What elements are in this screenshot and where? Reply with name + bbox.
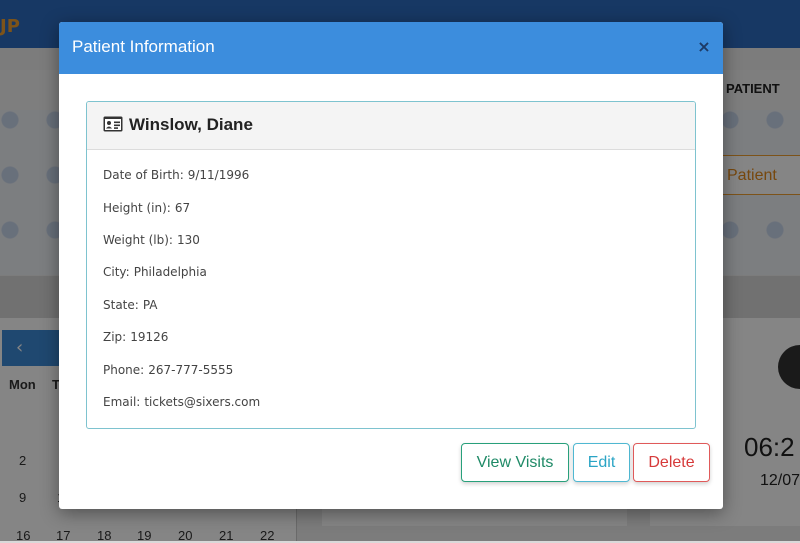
field-value: 67 [174, 201, 191, 215]
id-card-icon [103, 116, 123, 132]
field-value: 267-777-5555 [148, 363, 234, 377]
field-label: Height (in): [103, 201, 171, 215]
field-value: Philadelphia [133, 265, 207, 279]
field-value: 130 [176, 233, 200, 247]
patient-card-header: Winslow, Diane [87, 102, 695, 150]
field-label: Email: [103, 395, 141, 409]
patient-info-modal: Patient Information × Winslow, Diane Dat… [59, 22, 723, 509]
field-value: PA [142, 298, 158, 312]
field-value: 19126 [130, 330, 169, 344]
delete-button[interactable]: Delete [633, 443, 710, 482]
field-phone: Phone: 267-777-5555 [103, 363, 233, 377]
field-date-of-birth: Date of Birth: 9/11/1996 [103, 168, 249, 182]
modal-header: Patient Information × [59, 22, 723, 74]
edit-button[interactable]: Edit [573, 443, 630, 482]
field-height: Height (in): 67 [103, 201, 190, 215]
field-value: tickets@sixers.com [144, 395, 261, 409]
close-icon[interactable]: × [695, 35, 713, 59]
field-state: State: PA [103, 298, 158, 312]
field-value: 9/11/1996 [187, 168, 250, 182]
field-label: Date of Birth: [103, 168, 184, 182]
field-label: Zip: [103, 330, 127, 344]
modal-title: Patient Information [72, 37, 215, 56]
field-label: Weight (lb): [103, 233, 173, 247]
field-weight: Weight (lb): 130 [103, 233, 200, 247]
view-visits-button[interactable]: View Visits [461, 443, 569, 482]
field-email: Email: tickets@sixers.com [103, 395, 260, 409]
field-label: Phone: [103, 363, 145, 377]
field-label: State: [103, 298, 139, 312]
patient-card: Winslow, Diane Date of Birth: 9/11/1996 H… [86, 101, 696, 429]
patient-name: Winslow, Diane [129, 115, 253, 134]
field-city: City: Philadelphia [103, 265, 207, 279]
field-label: City: [103, 265, 130, 279]
field-zip: Zip: 19126 [103, 330, 168, 344]
